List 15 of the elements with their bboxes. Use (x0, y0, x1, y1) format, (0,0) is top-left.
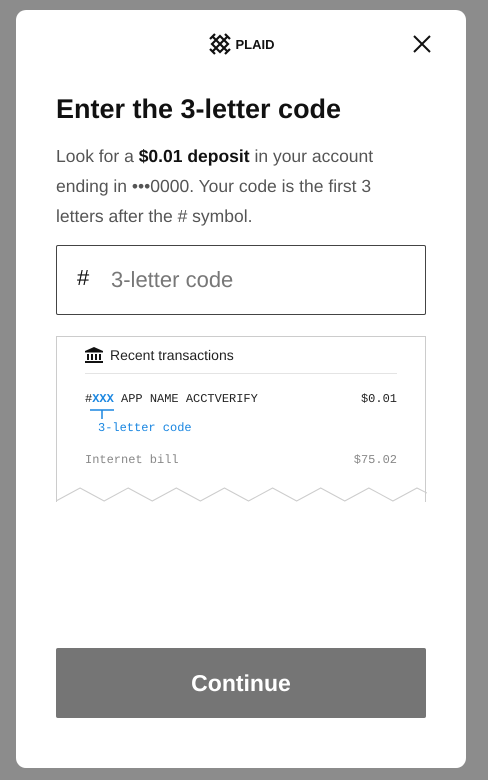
transaction-memo: Internet bill (85, 453, 179, 467)
lattice-logo-icon (208, 32, 232, 56)
transaction-amount: $0.01 (360, 392, 397, 406)
brand-name: PLAID (236, 36, 274, 52)
instructions-text: Look for a $0.01 deposit in your account ending in •••0000. Your code is the first 3 letters after the # symbol. (56, 145, 374, 228)
bracket-marker (90, 409, 114, 419)
dialog-title: Enter the 3-letter code (56, 94, 342, 125)
hash-prefix: # (77, 265, 90, 291)
receipt-header: Recent transactions (110, 347, 234, 363)
transaction-amount: $75.02 (354, 453, 397, 467)
bank-icon (85, 347, 103, 363)
code-annotation: 3-letter code (98, 421, 193, 435)
transaction-memo: #XXX APP NAME ACCTVERIFY (85, 392, 258, 406)
close-icon[interactable] (412, 34, 432, 54)
continue-button[interactable]: Continue (56, 648, 426, 718)
